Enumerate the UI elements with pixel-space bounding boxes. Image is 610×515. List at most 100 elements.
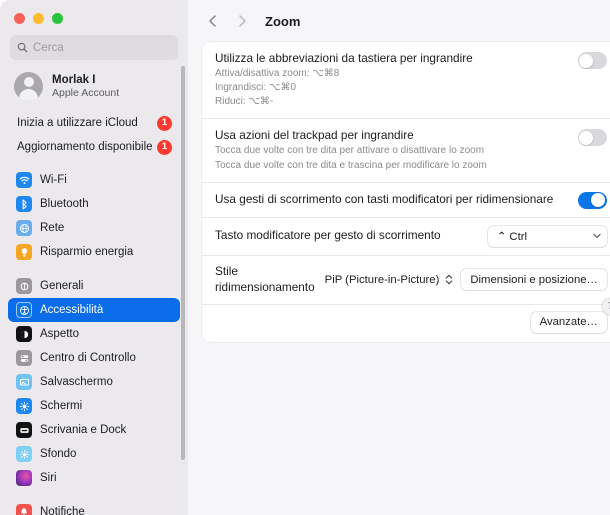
- keyboard-shortcuts-row: Utilizza le abbreviazioni da tastiera pe…: [202, 42, 610, 118]
- trackpad-toggle[interactable]: [577, 129, 607, 147]
- trackpad-sub-toggle: Tocca due volte con tre dita per attivar…: [215, 145, 485, 157]
- sidebar-group-system: Generali Accessibilità Aspetto Centro di…: [0, 274, 188, 490]
- modifier-key-label: Tasto modificatore per gesto di scorrime…: [215, 228, 441, 243]
- modifier-key-dropdown[interactable]: ⌃ Ctrl: [487, 225, 607, 247]
- battery-lightbulb-icon: [16, 244, 32, 260]
- sidebar-item-wifi[interactable]: Wi-Fi: [8, 168, 180, 192]
- keyboard-shortcuts-sub-toggle: Attiva/disattiva zoom: ⌥⌘8: [215, 67, 340, 79]
- sidebar-item-energy[interactable]: Risparmio energia: [8, 240, 180, 264]
- bluetooth-icon: [16, 196, 32, 212]
- trackpad-sub-drag: Tocca due volte con tre dita e trascina …: [215, 159, 487, 171]
- sidebar-item-label: Schermi: [40, 400, 83, 412]
- modifier-key-row: Tasto modificatore per gesto di scorrime…: [202, 216, 610, 255]
- sidebar-item-label: Generali: [40, 280, 84, 292]
- search-field[interactable]: [10, 35, 178, 60]
- trackpad-texts: Usa azioni del trackpad per ingrandire T…: [215, 128, 487, 172]
- sidebar: Morlak I Apple Account Inizia a utilizza…: [0, 0, 188, 515]
- wifi-icon: [16, 172, 32, 188]
- notifications-bell-icon: [16, 504, 32, 515]
- zoom-style-dropdown[interactable]: PiP (Picture-in-Picture): [325, 269, 454, 290]
- wallpaper-icon: [16, 446, 32, 462]
- toolbar: Zoom: [188, 0, 610, 42]
- sidebar-item-generali[interactable]: Generali: [8, 274, 180, 298]
- zoom-style-row: Stile ridimensionamento PiP (Picture-in-…: [202, 254, 610, 304]
- sidebar-item-label: Notifiche: [40, 506, 85, 515]
- sidebar-item-label: Aspetto: [40, 328, 79, 340]
- sidebar-item-label: Sfondo: [40, 448, 77, 460]
- main-panel: Zoom Utilizza le abbreviazioni da tastie…: [188, 0, 610, 515]
- sidebar-item-network[interactable]: Rete: [8, 216, 180, 240]
- chevron-down-icon: [593, 232, 602, 241]
- modifier-key-value: ⌃ Ctrl: [496, 230, 528, 243]
- sidebar-item-label: Wi-Fi: [40, 174, 67, 186]
- accessibility-icon: [16, 302, 32, 318]
- desktop-dock-icon: [16, 422, 32, 438]
- sidebar-item-siri[interactable]: Siri: [8, 466, 180, 490]
- scroll-gesture-title: Usa gesti di scorrimento con tasti modif…: [215, 191, 554, 206]
- sidebar-item-accessibilita[interactable]: Accessibilità: [8, 298, 180, 322]
- scroll-gesture-toggle[interactable]: [577, 191, 607, 209]
- minimize-button[interactable]: [33, 13, 44, 24]
- sidebar-item-label: Aggiornamento disponibile: [17, 141, 153, 153]
- search-icon: [17, 42, 28, 53]
- sidebar-group-notifications: Notifiche: [0, 500, 188, 515]
- sidebar-item-aspetto[interactable]: Aspetto: [8, 322, 180, 346]
- sidebar-item-label: Accessibilità: [40, 304, 104, 316]
- displays-icon: [16, 398, 32, 414]
- sidebar-scrollbar[interactable]: [181, 66, 185, 460]
- control-center-icon: [16, 350, 32, 366]
- status-badge: 1: [157, 139, 172, 155]
- sidebar-item-scrivania-e-dock[interactable]: Scrivania e Dock: [8, 418, 180, 442]
- sidebar-item-schermi[interactable]: Schermi: [8, 394, 180, 418]
- settings-content: Utilizza le abbreviazioni da tastiera pe…: [188, 42, 610, 342]
- account-names: Morlak I Apple Account: [52, 73, 119, 100]
- sidebar-item-notifiche[interactable]: Notifiche: [8, 500, 180, 515]
- avatar: [14, 72, 43, 101]
- keyboard-shortcuts-texts: Utilizza le abbreviazioni da tastiera pe…: [215, 51, 473, 109]
- forward-chevron-icon[interactable]: [229, 8, 255, 34]
- page-title: Zoom: [265, 13, 301, 29]
- sidebar-item-label: Bluetooth: [40, 198, 89, 210]
- account-subtitle: Apple Account: [52, 87, 120, 100]
- window-controls: [0, 0, 188, 33]
- account-name: Morlak I: [52, 74, 96, 87]
- appearance-icon: [16, 326, 32, 342]
- zoom-style-value: PiP (Picture-in-Picture): [324, 273, 440, 286]
- advanced-row: Avanzate…: [202, 303, 610, 342]
- sidebar-item-label: Rete: [40, 222, 65, 234]
- status-badge: 1: [157, 115, 172, 131]
- zoom-style-controls: PiP (Picture-in-Picture) Dimensioni e po…: [325, 269, 607, 291]
- back-chevron-icon[interactable]: [200, 8, 226, 34]
- sidebar-item-sfondo[interactable]: Sfondo: [8, 442, 180, 466]
- trackpad-title: Usa azioni del trackpad per ingrandire: [215, 128, 414, 143]
- keyboard-shortcuts-sub-zoom-out: Riduci: ⌥⌘-: [215, 96, 274, 108]
- keyboard-shortcuts-title: Utilizza le abbreviazioni da tastiera pe…: [215, 51, 473, 65]
- sidebar-item-icloud[interactable]: Inizia a utilizzare iCloud 1: [8, 112, 180, 134]
- size-and-position-button[interactable]: Dimensioni e posizione…: [461, 269, 607, 291]
- sidebar-item-bluetooth[interactable]: Bluetooth: [8, 192, 180, 216]
- sidebar-item-label: Inizia a utilizzare iCloud: [17, 117, 138, 129]
- advanced-button[interactable]: Avanzate…: [530, 311, 607, 333]
- alert-items: Inizia a utilizzare iCloud 1 Aggiornamen…: [0, 112, 188, 158]
- sidebar-item-label: Centro di Controllo: [40, 352, 136, 364]
- keyboard-shortcuts-sub-zoom-in: Ingrandisci: ⌥⌘0: [215, 82, 297, 94]
- sidebar-item-label: Siri: [40, 472, 57, 484]
- sidebar-item-salvaschermo[interactable]: Salvaschermo: [8, 370, 180, 394]
- sidebar-item-centro-di-controllo[interactable]: Centro di Controllo: [8, 346, 180, 370]
- search-input[interactable]: [33, 41, 171, 54]
- sidebar-item-label: Salvaschermo: [40, 376, 113, 388]
- sidebar-group-network: Wi-Fi Bluetooth Rete Risparmio energia: [0, 168, 188, 264]
- network-globe-icon: [16, 220, 32, 236]
- account-row[interactable]: Morlak I Apple Account: [8, 68, 180, 105]
- sidebar-item-label: Scrivania e Dock: [40, 424, 127, 436]
- trackpad-row: Usa azioni del trackpad per ingrandire T…: [202, 118, 610, 181]
- settings-window: Morlak I Apple Account Inizia a utilizza…: [0, 0, 610, 515]
- close-button[interactable]: [14, 13, 25, 24]
- scroll-gesture-row: Usa gesti di scorrimento con tasti modif…: [202, 181, 610, 217]
- zoom-style-label: Stile ridimensionamento: [215, 263, 315, 294]
- sidebar-item-update[interactable]: Aggiornamento disponibile 1: [8, 136, 180, 158]
- maximize-button[interactable]: [52, 13, 63, 24]
- keyboard-shortcuts-toggle[interactable]: [577, 52, 607, 69]
- chevron-updown-icon: [444, 274, 453, 285]
- general-gear-icon: [16, 278, 32, 294]
